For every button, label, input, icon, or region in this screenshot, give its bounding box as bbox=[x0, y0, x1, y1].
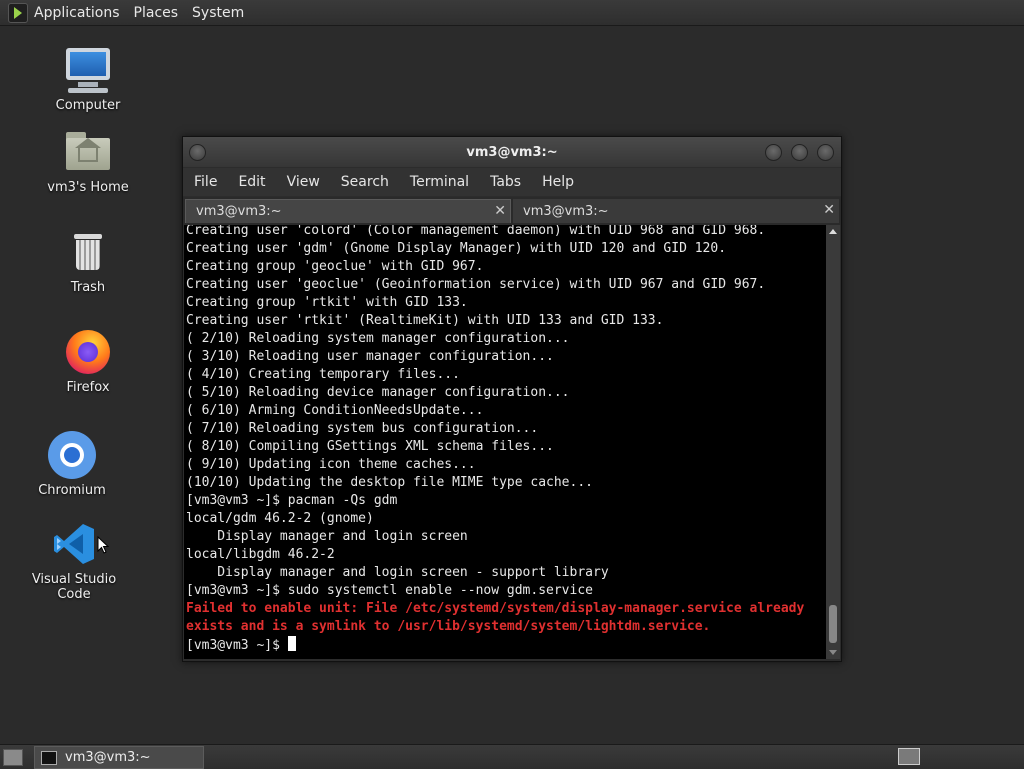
top-panel: Applications Places System bbox=[0, 0, 1024, 26]
prompt-text: [vm3@vm3 ~]$ bbox=[186, 638, 288, 653]
terminal-output[interactable]: Creating user 'colord' (Color management… bbox=[184, 225, 826, 659]
close-tab-icon[interactable]: ✕ bbox=[494, 203, 506, 219]
terminal-line: ( 4/10) Creating temporary files... bbox=[186, 367, 460, 382]
terminal-scrollbar[interactable] bbox=[826, 225, 840, 659]
minimize-button[interactable] bbox=[765, 144, 782, 161]
terminal-line: Creating user 'rtkit' (RealtimeKit) with… bbox=[186, 313, 664, 328]
desktop-icon-chromium[interactable]: Chromium bbox=[12, 431, 132, 498]
terminal-line: Creating user 'colord' (Color management… bbox=[186, 225, 766, 238]
terminal-line: ( 5/10) Reloading device manager configu… bbox=[186, 385, 570, 400]
desktop-icon-label: Firefox bbox=[66, 380, 110, 395]
terminal-line: (10/10) Updating the desktop file MIME t… bbox=[186, 475, 593, 490]
desktop-icon-label: Computer bbox=[55, 98, 121, 113]
terminal-line: Creating group 'rtkit' with GID 133. bbox=[186, 295, 468, 310]
terminal-line: ( 9/10) Updating icon theme caches... bbox=[186, 457, 476, 472]
tab-1[interactable]: vm3@vm3:~ ✕ bbox=[185, 199, 511, 223]
tab-2[interactable]: vm3@vm3:~ ✕ bbox=[513, 199, 839, 223]
window-menu-button[interactable] bbox=[189, 144, 206, 161]
terminal-line: local/libgdm 46.2-2 bbox=[186, 547, 335, 562]
menu-tabs[interactable]: Tabs bbox=[490, 174, 521, 190]
chromium-icon bbox=[48, 431, 96, 479]
desktop-icon-label: vm3's Home bbox=[47, 180, 129, 195]
terminal-line: Creating user 'geoclue' (Geoinformation … bbox=[186, 277, 766, 292]
terminal-line: [vm3@vm3 ~]$ sudo systemctl enable --now… bbox=[186, 583, 593, 598]
desktop-icon-label: Visual Studio Code bbox=[31, 572, 117, 602]
terminal-menubar: File Edit View Search Terminal Tabs Help bbox=[183, 168, 841, 196]
desktop-icon-computer[interactable]: Computer bbox=[28, 46, 148, 113]
menu-file[interactable]: File bbox=[194, 174, 217, 190]
scrollbar-thumb[interactable] bbox=[829, 605, 837, 643]
terminal-lines: Creating user 'colord' (Color management… bbox=[186, 225, 804, 655]
bottom-panel: vm3@vm3:~ bbox=[0, 744, 1024, 769]
terminal-line: ( 6/10) Arming ConditionNeedsUpdate... bbox=[186, 403, 484, 418]
menu-applications[interactable]: Applications bbox=[34, 5, 120, 21]
terminal-error-line: Failed to enable unit: File /etc/systemd… bbox=[186, 601, 805, 616]
workspace-switcher[interactable] bbox=[898, 748, 920, 765]
menu-terminal[interactable]: Terminal bbox=[410, 174, 469, 190]
menu-places[interactable]: Places bbox=[134, 5, 179, 21]
text-cursor bbox=[287, 636, 296, 651]
terminal-line: ( 8/10) Compiling GSettings XML schema f… bbox=[186, 439, 554, 454]
terminal-prompt-line: [vm3@vm3 ~]$ bbox=[186, 636, 804, 655]
terminal-line: Display manager and login screen - suppo… bbox=[186, 565, 609, 580]
terminal-line: local/gdm 46.2-2 (gnome) bbox=[186, 511, 374, 526]
menu-search[interactable]: Search bbox=[341, 174, 389, 190]
desktop-icon-label: Chromium bbox=[38, 483, 106, 498]
terminal-line: Display manager and login screen bbox=[186, 529, 468, 544]
terminal-line: Creating user 'gdm' (Gnome Display Manag… bbox=[186, 241, 727, 256]
window-titlebar[interactable]: vm3@vm3:~ bbox=[183, 137, 841, 167]
desktop-icon-label: Trash bbox=[70, 280, 106, 295]
scroll-down-arrow-icon[interactable] bbox=[829, 650, 837, 655]
terminal-icon bbox=[41, 750, 57, 765]
terminal-error-line: exists and is a symlink to /usr/lib/syst… bbox=[186, 619, 711, 634]
home-folder-icon bbox=[64, 128, 112, 176]
terminal-line: ( 2/10) Reloading system manager configu… bbox=[186, 331, 570, 346]
taskbar-window-button[interactable]: vm3@vm3:~ bbox=[34, 746, 204, 769]
close-tab-icon[interactable]: ✕ bbox=[823, 202, 835, 218]
mouse-pointer-icon bbox=[97, 536, 109, 554]
window-title: vm3@vm3:~ bbox=[466, 144, 558, 160]
taskbar-window-label: vm3@vm3:~ bbox=[65, 750, 151, 765]
close-window-button[interactable] bbox=[817, 144, 834, 161]
desktop-icon-vscode[interactable]: Visual Studio Code bbox=[14, 520, 134, 602]
firefox-icon bbox=[64, 328, 112, 376]
tab-bar: vm3@vm3:~ ✕ vm3@vm3:~ ✕ bbox=[183, 197, 841, 225]
computer-icon bbox=[64, 46, 112, 94]
scroll-up-arrow-icon[interactable] bbox=[829, 229, 837, 234]
menu-help[interactable]: Help bbox=[542, 174, 574, 190]
tab-label: vm3@vm3:~ bbox=[196, 204, 282, 219]
show-desktop-icon[interactable] bbox=[3, 749, 23, 766]
terminal-line: [vm3@vm3 ~]$ pacman -Qs gdm bbox=[186, 493, 398, 508]
terminal-line: Creating group 'geoclue' with GID 967. bbox=[186, 259, 484, 274]
distro-logo-icon[interactable] bbox=[8, 2, 28, 23]
trash-icon bbox=[64, 228, 112, 276]
vscode-icon bbox=[50, 520, 98, 568]
menu-system[interactable]: System bbox=[192, 5, 244, 21]
tab-label: vm3@vm3:~ bbox=[523, 203, 609, 219]
desktop-icon-firefox[interactable]: Firefox bbox=[28, 328, 148, 395]
menu-view[interactable]: View bbox=[287, 174, 320, 190]
desktop-icon-home[interactable]: vm3's Home bbox=[28, 128, 148, 195]
menu-edit[interactable]: Edit bbox=[238, 174, 265, 190]
terminal-window: vm3@vm3:~ File Edit View Search Terminal… bbox=[182, 136, 842, 662]
terminal-line: ( 7/10) Reloading system bus configurati… bbox=[186, 421, 539, 436]
maximize-button[interactable] bbox=[791, 144, 808, 161]
desktop-icon-trash[interactable]: Trash bbox=[28, 228, 148, 295]
terminal-line: ( 3/10) Reloading user manager configura… bbox=[186, 349, 554, 364]
